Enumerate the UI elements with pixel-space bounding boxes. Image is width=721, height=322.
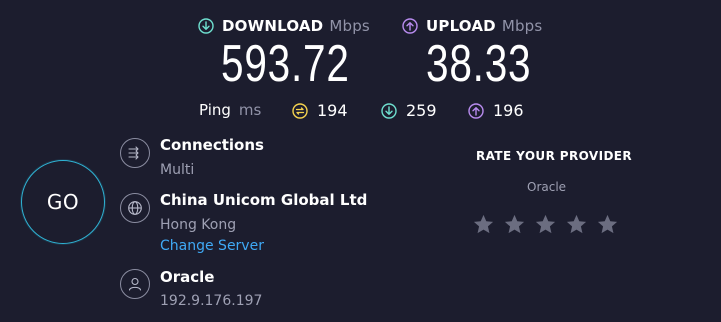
upload-label: UPLOAD — [426, 17, 496, 35]
download-arrow-icon — [198, 18, 214, 34]
connections-glyph-icon — [128, 146, 139, 160]
ping-upload: 196 — [468, 101, 524, 120]
user-glyph-icon — [128, 277, 142, 291]
server-location: Hong Kong — [160, 217, 237, 233]
go-button[interactable]: GO — [21, 160, 105, 244]
upload-arrow-icon — [402, 18, 418, 34]
star-1-icon[interactable] — [472, 213, 495, 236]
download-unit: Mbps — [329, 17, 370, 35]
server-name: China Unicom Global Ltd — [160, 191, 368, 209]
upload-ping-icon — [468, 102, 484, 119]
ping-download: 259 — [381, 101, 437, 120]
download-header: DOWNLOAD Mbps — [198, 17, 370, 35]
globe-icon — [120, 193, 150, 223]
download-speed-value: 593.72 — [221, 35, 350, 93]
rate-provider-name: Oracle — [527, 180, 567, 194]
download-ping-icon — [381, 102, 397, 119]
ping-idle: 194 — [292, 101, 348, 120]
star-5-icon[interactable] — [596, 213, 619, 236]
star-4-icon[interactable] — [565, 213, 588, 236]
ping-label: Ping — [199, 101, 231, 119]
ping-unit: ms — [238, 101, 262, 119]
star-3-icon[interactable] — [534, 213, 557, 236]
go-button-label: GO — [46, 190, 80, 214]
connections-title: Connections — [160, 136, 264, 154]
star-rating — [472, 213, 619, 236]
connections-mode[interactable]: Multi — [160, 162, 194, 178]
download-label: DOWNLOAD — [222, 17, 324, 35]
user-icon — [120, 269, 150, 299]
connections-icon[interactable] — [120, 138, 150, 168]
ping-row: Ping ms — [199, 101, 261, 119]
ping-download-value: 259 — [406, 101, 437, 120]
upload-speed-value: 38.33 — [426, 35, 532, 93]
upload-header: UPLOAD Mbps — [402, 17, 542, 35]
idle-ping-icon — [292, 102, 308, 119]
ping-idle-value: 194 — [317, 101, 348, 120]
star-2-icon[interactable] — [503, 213, 526, 236]
upload-unit: Mbps — [501, 17, 543, 35]
isp-ip-address: 192.9.176.197 — [160, 293, 263, 309]
change-server-link[interactable]: Change Server — [160, 238, 264, 254]
isp-name: Oracle — [160, 268, 215, 286]
rate-provider-title: RATE YOUR PROVIDER — [476, 149, 633, 163]
globe-glyph-icon — [128, 201, 142, 215]
ping-upload-value: 196 — [493, 101, 524, 120]
